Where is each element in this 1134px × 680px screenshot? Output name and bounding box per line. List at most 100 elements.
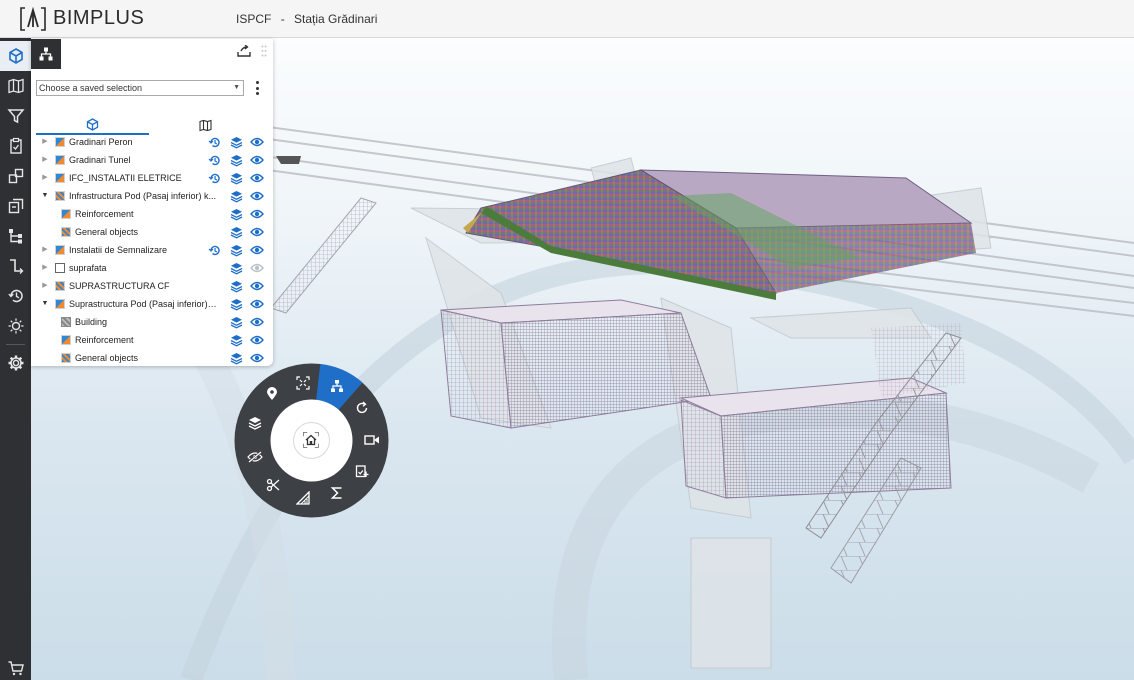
tree-row[interactable]: Reinforcement <box>31 205 273 223</box>
tree-row[interactable]: ▶ Instalatii de Semnalizare <box>31 241 273 259</box>
clipboard-button[interactable] <box>0 131 31 161</box>
hide-button[interactable] <box>245 447 265 467</box>
cart-button[interactable] <box>0 656 31 680</box>
chevron-right-icon[interactable]: ▶ <box>41 156 49 164</box>
layers-button[interactable] <box>245 413 265 433</box>
compare-button[interactable] <box>0 161 31 191</box>
rotate-button[interactable] <box>352 398 372 418</box>
settings-button[interactable] <box>0 348 31 378</box>
visibility-toggle[interactable] <box>250 297 264 311</box>
filter-button[interactable] <box>0 101 31 131</box>
map-button[interactable] <box>0 71 31 101</box>
visibility-toggle[interactable] <box>250 225 264 239</box>
hierarchy-icon <box>331 380 343 392</box>
hierarchy-tab[interactable] <box>31 39 61 69</box>
visibility-toggle[interactable] <box>250 207 264 221</box>
hierarchy-icon <box>8 229 22 244</box>
history-icon <box>208 155 220 165</box>
hierarchy-button[interactable] <box>0 221 31 251</box>
logo-mark-icon <box>20 6 46 31</box>
chevron-right-icon[interactable]: ▶ <box>41 174 49 182</box>
visibility-toggle[interactable] <box>250 171 264 185</box>
chevron-right-icon[interactable]: ▶ <box>41 246 49 254</box>
sum-icon <box>330 487 342 499</box>
layers-icon <box>230 136 242 149</box>
structure-button[interactable] <box>327 376 347 396</box>
sun-button[interactable] <box>0 311 31 341</box>
layers-toggle[interactable] <box>229 135 243 149</box>
layers-toggle[interactable] <box>229 279 243 293</box>
map-icon <box>7 78 24 94</box>
layers-toggle[interactable] <box>229 153 243 167</box>
layers-toggle[interactable] <box>229 207 243 221</box>
measure-button[interactable] <box>293 488 313 508</box>
revision-button[interactable] <box>207 135 221 149</box>
revision-button[interactable] <box>207 243 221 257</box>
visibility-toggle[interactable] <box>250 153 264 167</box>
toolbar-divider <box>6 344 25 345</box>
clipboard-icon <box>9 137 22 154</box>
chevron-right-icon[interactable]: ▶ <box>41 282 49 290</box>
logo-text: BIMPLUS <box>53 7 145 29</box>
layers-toggle[interactable] <box>229 315 243 329</box>
layers-toggle[interactable] <box>229 171 243 185</box>
tab-model-tree[interactable] <box>36 115 149 135</box>
tree-row[interactable]: ▼ Suprastructura Pod (Pasaj inferior) k..… <box>31 295 273 313</box>
revision-button[interactable] <box>207 153 221 167</box>
chevron-right-icon[interactable]: ▶ <box>41 264 49 272</box>
tree-row[interactable]: ▶ IFC_INSTALATII ELETRICE <box>31 169 273 187</box>
tree-row[interactable]: ▶ SUPRASTRUCTURA CF <box>31 277 273 295</box>
model-color-icon <box>55 155 65 165</box>
layers-toggle[interactable] <box>229 261 243 275</box>
sum-button[interactable] <box>327 483 347 503</box>
tree-row[interactable]: General objects <box>31 223 273 241</box>
visibility-toggle[interactable] <box>250 135 264 149</box>
visibility-toggle[interactable] <box>250 333 264 347</box>
tree-row[interactable]: ▼ Infrastructura Pod (Pasaj inferior) k..… <box>31 187 273 205</box>
saved-selection-dropdown[interactable]: Choose a saved selection ▼ <box>36 80 244 96</box>
tree-row[interactable]: Reinforcement <box>31 331 273 349</box>
more-options-icon[interactable] <box>254 80 260 96</box>
revision-button[interactable] <box>207 171 221 185</box>
tree-row[interactable]: ▶ Gradinari Peron <box>31 133 273 151</box>
model-tree-panel: Choose a saved selection ▼ ▶ Gradinari Pe… <box>31 39 273 366</box>
chevron-down-icon[interactable]: ▼ <box>41 300 49 308</box>
tab-map[interactable] <box>149 115 262 135</box>
export-icon[interactable] <box>237 45 251 57</box>
visibility-toggle[interactable] <box>250 189 264 203</box>
chevron-down-icon[interactable]: ▼ <box>41 192 49 200</box>
project-name: Stația Grădinari <box>294 11 378 26</box>
layers-copy-button[interactable] <box>0 191 31 221</box>
layers-toggle[interactable] <box>229 243 243 257</box>
layers-toggle[interactable] <box>229 333 243 347</box>
tree-row[interactable]: ▶ suprafata <box>31 259 273 277</box>
saved-selection-placeholder: Choose a saved selection <box>39 83 143 93</box>
clipboard-add-button[interactable] <box>352 461 372 481</box>
tree-row-label: Reinforcement <box>75 209 134 219</box>
model-button[interactable] <box>0 41 31 71</box>
history-button[interactable] <box>0 281 31 311</box>
tree-row[interactable]: Building <box>31 313 273 331</box>
home-button[interactable] <box>301 430 321 450</box>
visibility-toggle[interactable] <box>250 315 264 329</box>
layers-toggle[interactable] <box>229 189 243 203</box>
layers-toggle[interactable] <box>229 225 243 239</box>
tree-row-label: SUPRASTRUCTURA CF <box>69 281 170 291</box>
layers-toggle[interactable] <box>229 297 243 311</box>
clip-button[interactable] <box>263 475 283 495</box>
visibility-toggle[interactable] <box>250 279 264 293</box>
fit-view-button[interactable] <box>293 373 313 393</box>
visibility-toggle[interactable] <box>250 243 264 257</box>
hierarchy-icon <box>39 47 53 61</box>
tree-row[interactable]: ▶ Gradinari Tunel <box>31 151 273 169</box>
chevron-right-icon[interactable]: ▶ <box>41 138 49 146</box>
camera-button[interactable] <box>362 430 382 450</box>
drag-handle-icon[interactable] <box>261 45 267 57</box>
model-color-icon <box>55 137 65 147</box>
location-button[interactable] <box>262 384 282 404</box>
home-icon <box>303 432 319 448</box>
step-button[interactable] <box>0 251 31 281</box>
eye-icon <box>250 335 264 345</box>
visibility-toggle[interactable] <box>250 261 264 275</box>
bimplus-logo[interactable]: BIMPLUS <box>19 5 219 33</box>
